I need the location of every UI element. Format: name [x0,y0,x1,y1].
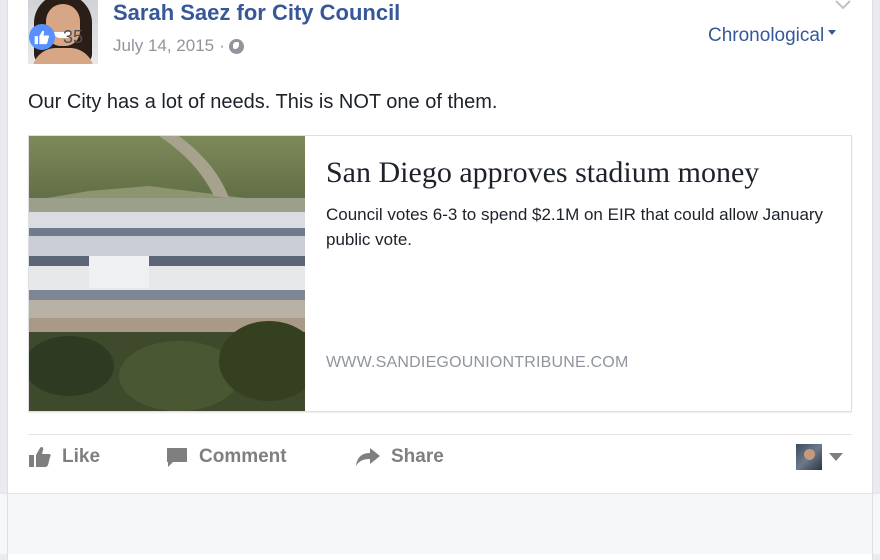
action-divider [28,434,852,435]
caret-down-icon [829,453,843,461]
like-count: 35 [63,26,84,47]
share-arrow-icon [356,448,380,466]
like-label: Like [62,446,101,467]
post-date[interactable]: July 14, 2015 [113,36,214,56]
chevron-down-icon[interactable] [835,0,851,10]
comment-button[interactable]: Comment [165,446,287,468]
link-description: Council votes 6-3 to spend $2.1M on EIR … [326,205,824,249]
link-title[interactable]: San Diego approves stadium money [326,156,759,190]
viewer-avatar [796,444,822,470]
globe-icon[interactable] [228,38,244,54]
like-reaction-icon [29,24,55,50]
share-label: Share [391,446,444,467]
reactions-footer [0,493,880,554]
post-meta: July 14, 2015 · [113,36,244,56]
comment-sort-dropdown[interactable]: Chronological [708,25,837,47]
like-button[interactable]: Like [28,446,100,468]
link-preview[interactable]: San Diego approves stadium money Council… [28,135,852,412]
comment-icon [167,448,187,467]
sort-label: Chronological [708,25,825,46]
like-summary[interactable]: 35 [29,24,83,50]
comment-label: Comment [199,446,287,467]
post-text: Our City has a lot of needs. This is NOT… [28,91,498,113]
link-domain: WWW.SANDIEGOUNIONTRIBUNE.COM [326,354,629,371]
caret-down-icon [828,29,837,35]
share-button[interactable]: Share [355,446,444,468]
meta-separator: · [219,36,225,55]
post-as-selector[interactable] [796,444,843,470]
link-thumbnail[interactable] [29,136,305,411]
author-name[interactable]: Sarah Saez for City Council [113,0,400,26]
thumbs-up-icon [29,446,51,467]
